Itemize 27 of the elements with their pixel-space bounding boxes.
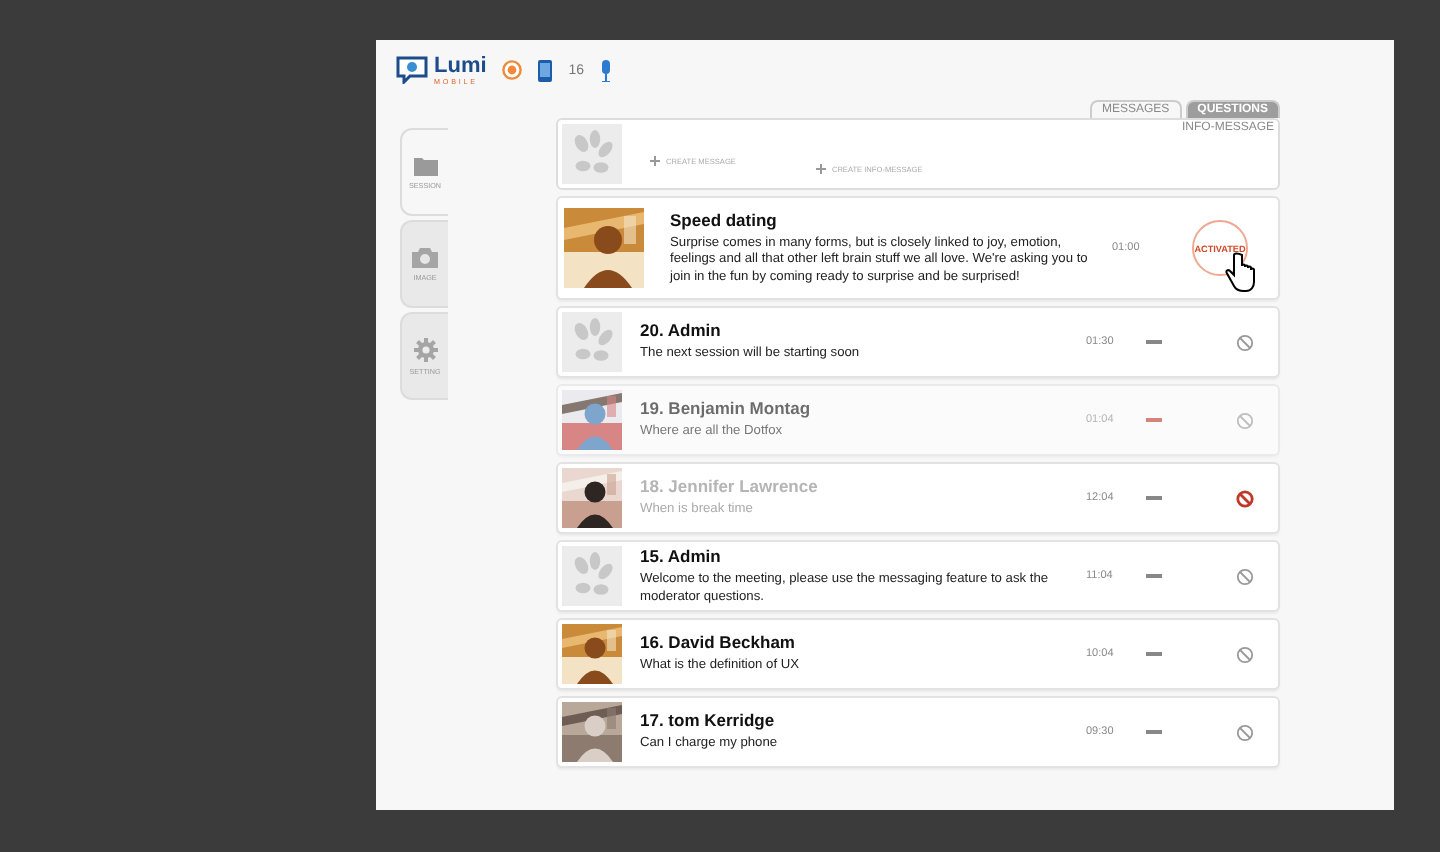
message-title: 17. tom Kerridge	[640, 710, 775, 731]
camera-icon	[412, 247, 438, 267]
logo-text: Lumi	[434, 55, 487, 77]
phone-icon[interactable]	[538, 59, 553, 81]
message-title: Speed dating	[670, 210, 777, 231]
ban-icon[interactable]	[1236, 333, 1254, 351]
folder-icon	[413, 155, 437, 175]
badge-icon[interactable]	[502, 60, 523, 80]
message-title: 16. David Beckham	[640, 632, 795, 653]
message-title: 18. Jennifer Lawrence	[640, 476, 818, 497]
microphone-icon[interactable]	[600, 59, 613, 81]
message-title: 19. Benjamin Montag	[640, 398, 811, 419]
logo-placeholder-icon	[562, 546, 622, 606]
hand-cursor-icon	[1224, 252, 1256, 292]
ban-icon[interactable]	[1236, 723, 1254, 741]
message-title: 15. Admin	[640, 546, 721, 567]
ban-icon[interactable]	[1236, 489, 1254, 507]
logo-icon	[396, 56, 428, 84]
gear-icon	[413, 337, 437, 361]
plus-icon	[815, 164, 826, 174]
message-title: 20. Admin	[640, 320, 721, 341]
message-card[interactable]	[556, 196, 1280, 300]
plus-icon	[650, 156, 660, 166]
logo-placeholder-icon	[562, 312, 622, 372]
ban-icon[interactable]	[1236, 645, 1254, 663]
logo-placeholder-icon	[562, 124, 622, 184]
ban-icon[interactable]	[1236, 567, 1254, 585]
